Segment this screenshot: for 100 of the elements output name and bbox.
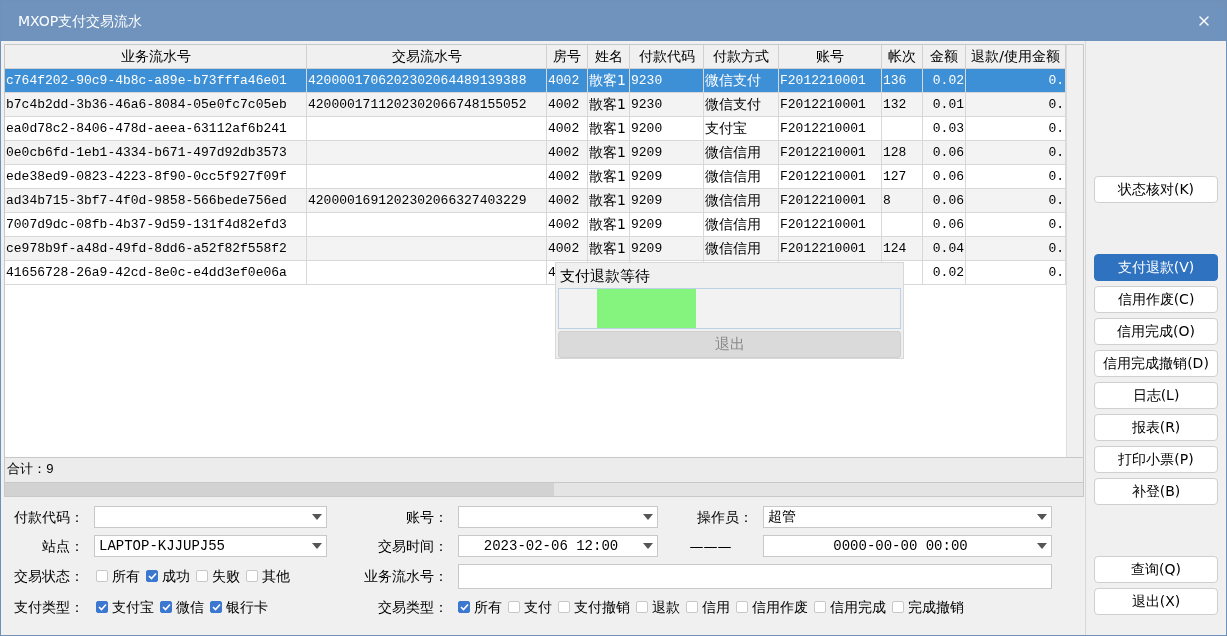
table-cell-text: F2012210001 bbox=[780, 143, 866, 162]
table-cell-text: 4002 bbox=[548, 95, 580, 114]
table-row[interactable]: 7007d9dc-08fb-4b37-9d59-131f4d82efd3 4002 散客1 9209 微信信用 F2012210001 0.06 0. bbox=[5, 213, 1066, 237]
table-cell-text: 9209 bbox=[631, 191, 663, 210]
table-cell-text: 0.03 bbox=[932, 119, 964, 138]
table-cell-text: 132 bbox=[883, 95, 907, 114]
action-button[interactable]: 日志(L) bbox=[1094, 382, 1218, 409]
checkbox[interactable]: 失败 bbox=[196, 565, 240, 587]
table-cell-text: F2012210001 bbox=[780, 239, 866, 258]
field-label: 交易类型： bbox=[378, 597, 448, 617]
dropdown-field[interactable] bbox=[458, 506, 658, 528]
table-row[interactable]: ad34b715-3bf7-4f0d-9858-566bede756ed 4200001691202302066327403229 4002 散客1 9209 微信信用 F2012210001 8 0.06 0. bbox=[5, 189, 1066, 213]
table-cell-text: b7c4b2dd-3b36-46a6-8084-05e0fc7c05eb bbox=[6, 95, 287, 114]
action-button[interactable]: 信用完成撤销(D) bbox=[1094, 350, 1218, 377]
table-cell-text: F2012210001 bbox=[780, 215, 866, 234]
table-cell-text: 9209 bbox=[631, 215, 663, 234]
table-cell-text: 7007d9dc-08fb-4b37-9d59-131f4d82efd3 bbox=[6, 215, 287, 234]
table-cell-text: 散客1 bbox=[589, 167, 626, 186]
dropdown-caret-icon bbox=[312, 514, 322, 520]
action-button[interactable]: 支付退款(V) bbox=[1094, 254, 1218, 281]
scrollbar-thumb[interactable] bbox=[5, 483, 554, 496]
checkbox[interactable]: 银行卡 bbox=[210, 596, 268, 618]
table-cell-text: 微信信用 bbox=[705, 167, 761, 186]
table-cell-text: 0.02 bbox=[932, 263, 964, 282]
checkbox[interactable]: 支付 bbox=[508, 596, 552, 618]
table-cell-text: 0.04 bbox=[932, 239, 964, 258]
table-cell-text: F2012210001 bbox=[780, 119, 866, 138]
table-cell-text: ea0d78c2-8406-478d-aeea-63112af6b241 bbox=[6, 119, 287, 138]
table-row[interactable]: ea0d78c2-8406-478d-aeea-63112af6b241 4002 散客1 9200 支付宝 F2012210001 0.03 0. bbox=[5, 117, 1066, 141]
table-cell-text: 41656728-26a9-42cd-8e0c-e4dd3ef0e06a bbox=[6, 263, 287, 282]
checkbox[interactable]: 退款 bbox=[636, 596, 680, 618]
table-cell-text: ad34b715-3bf7-4f0d-9858-566bede756ed bbox=[6, 191, 287, 210]
table-cell-text: 4002 bbox=[548, 191, 580, 210]
table-cell-text: F2012210001 bbox=[780, 95, 866, 114]
dropdown-caret-icon bbox=[643, 514, 653, 520]
field-label: 交易状态： bbox=[14, 566, 84, 586]
table-row[interactable]: b7c4b2dd-3b36-46a6-8084-05e0fc7c05eb 4200001711202302066748155052 4002 散客1 9230 微信支付 F2012210001 132 0.01 0. bbox=[5, 93, 1066, 117]
checkbox[interactable]: 微信 bbox=[160, 596, 204, 618]
range-separator: ——— bbox=[689, 536, 732, 556]
table-cell-text: 136 bbox=[883, 71, 907, 90]
table-cell-text: 0. bbox=[1048, 215, 1064, 234]
checkbox[interactable]: 所有 bbox=[458, 596, 502, 618]
table-cell-text: ede38ed9-0823-4223-8f90-0cc5f927f09f bbox=[6, 167, 287, 186]
table-cell-text: F2012210001 bbox=[780, 191, 866, 210]
checkbox[interactable]: 信用 bbox=[686, 596, 730, 618]
action-button[interactable]: 退出(X) bbox=[1094, 588, 1218, 615]
table-cell-text: 0.06 bbox=[932, 191, 964, 210]
table-cell-text: 0. bbox=[1048, 191, 1064, 210]
dropdown-field[interactable]: 超管 bbox=[763, 506, 1052, 528]
table-row[interactable]: ce978b9f-a48d-49fd-8dd6-a52f82f558f2 4002 散客1 9209 微信信用 F2012210001 124 0.04 0. bbox=[5, 237, 1066, 261]
table-cell-text: 9209 bbox=[631, 143, 663, 162]
dropdown-field[interactable]: 0000-00-00 00:00 bbox=[763, 535, 1052, 557]
field-label: 业务流水号： bbox=[364, 566, 448, 586]
dropdown-caret-icon bbox=[1037, 514, 1047, 520]
action-button[interactable]: 查询(Q) bbox=[1094, 556, 1218, 583]
action-button[interactable]: 信用作废(C) bbox=[1094, 286, 1218, 313]
dropdown-field[interactable]: 2023-02-06 12:00 bbox=[458, 535, 658, 557]
action-button[interactable]: 状态核对(K) bbox=[1094, 176, 1218, 203]
action-button[interactable]: 补登(B) bbox=[1094, 478, 1218, 505]
action-button[interactable]: 报表(R) bbox=[1094, 414, 1218, 441]
table-cell-text: 9230 bbox=[631, 95, 663, 114]
checkbox[interactable]: 成功 bbox=[146, 565, 190, 587]
table-cell-text: 微信支付 bbox=[705, 71, 761, 90]
table-cell-text: 0. bbox=[1048, 143, 1064, 162]
table-cell-text: 微信信用 bbox=[705, 143, 761, 162]
business-number-field[interactable] bbox=[458, 563, 1052, 589]
table-cell-text: 8 bbox=[883, 191, 891, 210]
table-cell-text: 微信信用 bbox=[705, 239, 761, 258]
total-count: 合计：9 bbox=[7, 461, 54, 480]
table-cell-text: 0.01 bbox=[932, 95, 964, 114]
table-cell-text: 127 bbox=[883, 167, 907, 186]
table-cell-text: 0. bbox=[1048, 239, 1064, 258]
checkbox[interactable]: 信用作废 bbox=[736, 596, 808, 618]
checkbox[interactable]: 信用完成 bbox=[814, 596, 886, 618]
table-cell-text: 4002 bbox=[548, 143, 580, 162]
field-label: 支付类型： bbox=[14, 597, 84, 617]
action-button[interactable]: 打印小票(P) bbox=[1094, 446, 1218, 473]
dropdown-caret-icon bbox=[643, 543, 653, 549]
vertical-scrollbar[interactable] bbox=[1066, 45, 1083, 457]
window-title: MXOP支付交易流水 bbox=[18, 11, 143, 31]
table-cell-text: 支付宝 bbox=[705, 119, 747, 138]
table-cell-text: 124 bbox=[883, 239, 907, 258]
dropdown-field[interactable] bbox=[94, 506, 327, 528]
checkbox[interactable]: 所有 bbox=[96, 565, 140, 587]
table-cell-text: 9209 bbox=[631, 167, 663, 186]
checkbox[interactable]: 其他 bbox=[246, 565, 290, 587]
table-cell-text: 散客1 bbox=[589, 191, 626, 210]
table-cell-text: 0.06 bbox=[932, 215, 964, 234]
dropdown-field[interactable]: LAPTOP-KJJUPJ55 bbox=[94, 535, 327, 557]
table-row[interactable]: 0e0cb6fd-1eb1-4334-b671-497d92db3573 4002 散客1 9209 微信信用 F2012210001 128 0.06 0. bbox=[5, 141, 1066, 165]
checkbox[interactable]: 支付撤销 bbox=[558, 596, 630, 618]
table-cell-text: 4200001706202302064489139388 bbox=[308, 71, 527, 90]
table-cell-text: 0.06 bbox=[932, 143, 964, 162]
horizontal-scrollbar[interactable] bbox=[4, 482, 1084, 497]
table-row[interactable]: ede38ed9-0823-4223-8f90-0cc5f927f09f 4002 散客1 9209 微信信用 F2012210001 127 0.06 0. bbox=[5, 165, 1066, 189]
table-cell-text: 散客1 bbox=[589, 239, 626, 258]
checkbox[interactable]: 支付宝 bbox=[96, 596, 154, 618]
field-label: 账号： bbox=[406, 507, 448, 527]
checkbox[interactable]: 完成撤销 bbox=[892, 596, 964, 618]
action-button[interactable]: 信用完成(O) bbox=[1094, 318, 1218, 345]
